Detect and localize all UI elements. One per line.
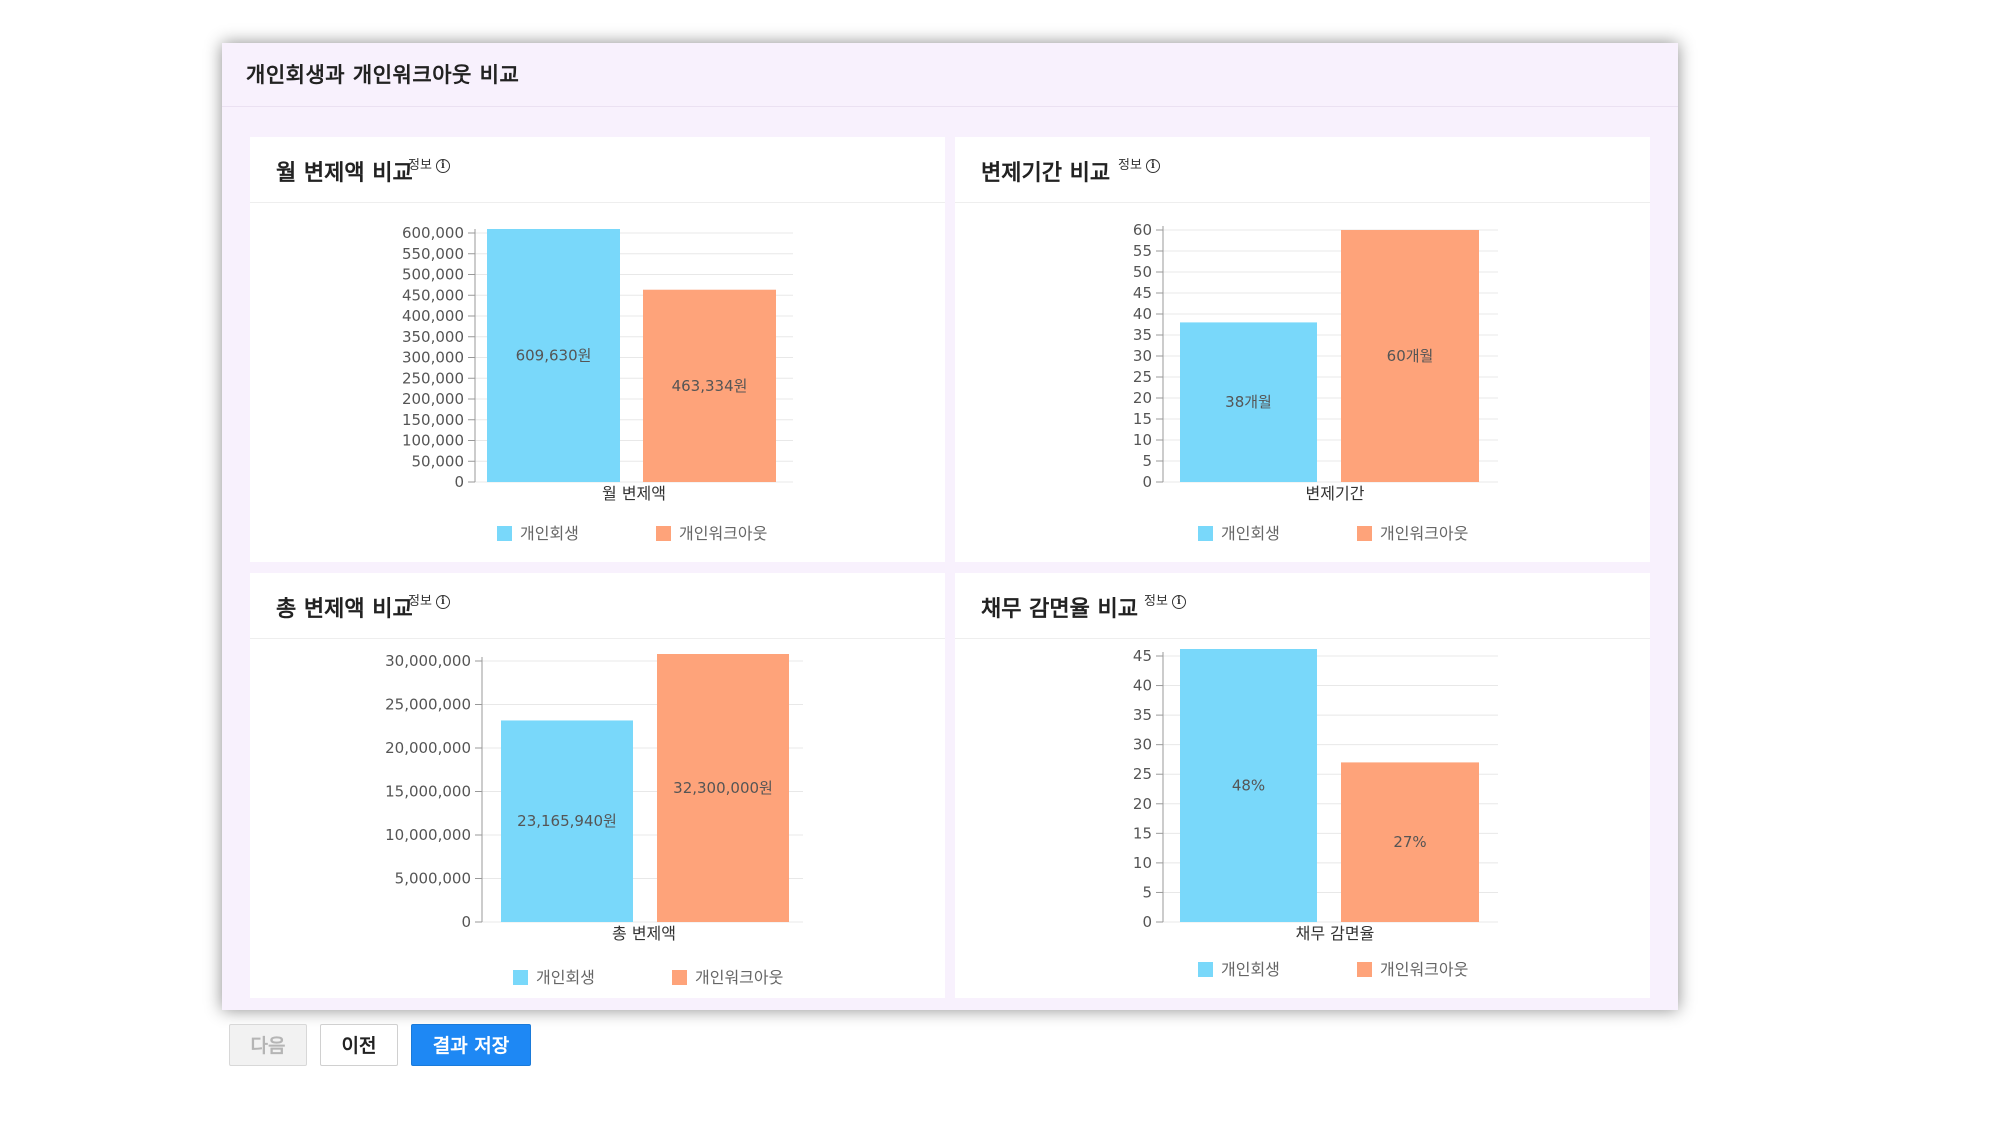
x-axis-label: 월 변제액 (602, 484, 666, 503)
y-tick-label: 200,000 (402, 390, 464, 408)
bar-value-label: 32,300,000원 (673, 779, 773, 797)
legend-swatch (656, 526, 671, 541)
y-tick-label: 0 (461, 913, 471, 931)
y-tick-label: 20,000,000 (385, 739, 471, 757)
comparison-panel: 개인회생과 개인워크아웃 비교 월 변제액 비교 정보 i 0 50,000 100… (222, 43, 1678, 1010)
bar-value-label: 48% (1232, 777, 1265, 795)
y-tick-label: 45 (1133, 284, 1152, 302)
y-tick-label: 40 (1133, 677, 1152, 695)
y-tick-label: 45 (1133, 647, 1152, 665)
legend-label: 개인워크아웃 (1380, 960, 1468, 979)
bar-value-label: 23,165,940원 (517, 812, 617, 830)
y-tick-label: 10 (1133, 854, 1152, 872)
monthly-payment-chart: 0 50,000 100,000 150,000 200,000 250,000 300,0… (402, 224, 793, 543)
next-button[interactable]: 다음 (229, 1024, 307, 1066)
y-tick-label: 0 (454, 473, 464, 491)
y-tick-label: 5 (1142, 883, 1152, 901)
y-tick-label: 50,000 (412, 452, 465, 470)
y-tick-label: 35 (1133, 326, 1152, 344)
y-tick-label: 20 (1133, 795, 1152, 813)
y-tick-label: 350,000 (402, 328, 464, 346)
bar-value-label: 27% (1393, 833, 1426, 851)
y-tick-label: 15,000,000 (385, 783, 471, 801)
y-tick-label: 30,000,000 (385, 652, 471, 670)
monthly-payment-card: 월 변제액 비교 정보 i 0 50,000 100,000 150,000 200,0… (250, 137, 945, 562)
bar-value-label: 609,630원 (516, 347, 592, 365)
total-payment-card: 총 변제액 비교 정보 i 0 5,000,000 10,000,000 15,000… (250, 573, 945, 998)
legend-label: 개인워크아웃 (679, 524, 767, 543)
legend-label: 개인회생 (1221, 960, 1280, 979)
legend-swatch (513, 970, 528, 985)
y-tick-label: 50 (1133, 263, 1152, 281)
legend-label: 개인회생 (520, 524, 579, 543)
y-tick-label: 25 (1133, 765, 1152, 783)
y-tick-label: 10 (1133, 431, 1152, 449)
total-payment-chart: 0 5,000,000 10,000,000 15,000,000 20,000,000… (385, 652, 803, 987)
legend-swatch (672, 970, 687, 985)
legend-label: 개인회생 (536, 968, 595, 987)
y-tick-label: 150,000 (402, 411, 464, 429)
y-tick-label: 35 (1133, 706, 1152, 724)
x-axis-label: 변제기간 (1306, 484, 1365, 503)
debt-reduction-chart: 0 5 10 15 20 25 30 35 40 45 48% 27% 채무 감면율개인회생 개인워크아웃 (1133, 647, 1498, 979)
y-tick-label: 15 (1133, 824, 1152, 842)
y-tick-label: 450,000 (402, 286, 464, 304)
repayment-period-chart: 0 5 10 15 20 25 30 35 40 45 50 55 60 38개월 60개월변제기간개인회생… (1133, 221, 1498, 543)
y-tick-label: 5 (1142, 452, 1152, 470)
prev-button[interactable]: 이전 (320, 1024, 398, 1066)
y-tick-label: 40 (1133, 305, 1152, 323)
y-tick-label: 0 (1142, 473, 1152, 491)
y-tick-label: 400,000 (402, 307, 464, 325)
y-tick-label: 10,000,000 (385, 826, 471, 844)
legend-swatch (1357, 526, 1372, 541)
legend-label: 개인워크아웃 (695, 968, 783, 987)
y-tick-label: 300,000 (402, 349, 464, 367)
debt-reduction-card: 채무 감면율 비교 정보 i 0 5 10 15 20 25 30 35 40 45 48% 27% 채… (955, 573, 1650, 998)
y-tick-label: 15 (1133, 410, 1152, 428)
y-tick-label: 30 (1133, 347, 1152, 365)
y-tick-label: 5,000,000 (395, 870, 471, 888)
y-tick-label: 60 (1133, 221, 1152, 239)
legend-swatch (497, 526, 512, 541)
y-tick-label: 0 (1142, 913, 1152, 931)
y-tick-label: 550,000 (402, 245, 464, 263)
legend-label: 개인워크아웃 (1380, 524, 1468, 543)
save-result-button[interactable]: 결과 저장 (411, 1024, 531, 1066)
page-title: 개인회생과 개인워크아웃 비교 (246, 63, 520, 87)
y-tick-label: 25 (1133, 368, 1152, 386)
y-tick-label: 100,000 (402, 432, 464, 450)
x-axis-label: 총 변제액 (612, 924, 676, 943)
legend-swatch (1198, 962, 1213, 977)
legend-label: 개인회생 (1221, 524, 1280, 543)
legend-swatch (1198, 526, 1213, 541)
x-axis-label: 채무 감면율 (1296, 924, 1375, 943)
panel-divider (222, 106, 1678, 107)
bar-value-label: 38개월 (1225, 393, 1272, 411)
legend-swatch (1357, 962, 1372, 977)
y-tick-label: 20 (1133, 389, 1152, 407)
y-tick-label: 30 (1133, 736, 1152, 754)
bar-value-label: 60개월 (1387, 347, 1434, 365)
bar-value-label: 463,334원 (672, 377, 748, 395)
y-tick-label: 55 (1133, 242, 1152, 260)
repayment-period-card: 변제기간 비교 정보 i 0 5 10 15 20 25 30 35 40 45 50 55 60 38개… (955, 137, 1650, 562)
y-tick-label: 25,000,000 (385, 696, 471, 714)
y-tick-label: 250,000 (402, 369, 464, 387)
y-tick-label: 500,000 (402, 266, 464, 284)
y-tick-label: 600,000 (402, 224, 464, 242)
